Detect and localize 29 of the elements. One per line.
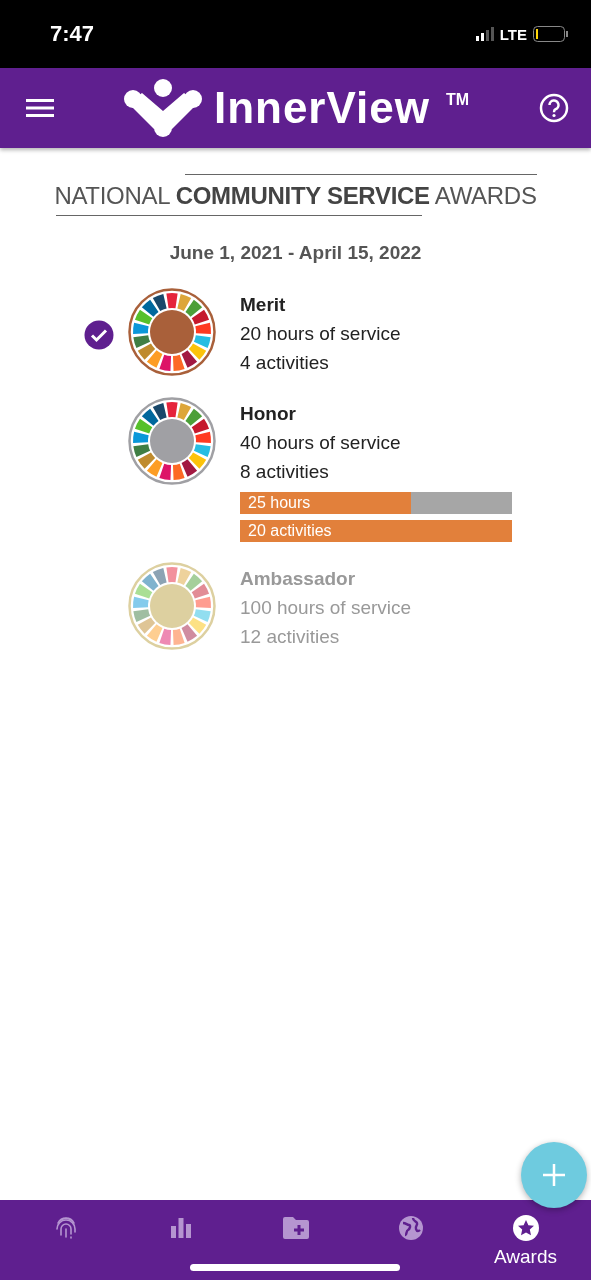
date-range: June 1, 2021 - April 15, 2022: [169, 242, 422, 264]
activities-requirement: 12 activities: [240, 625, 341, 649]
award-name: Merit: [240, 293, 287, 317]
plus-icon: [543, 1164, 565, 1186]
hours-requirement: 40 hours of service: [240, 431, 402, 455]
award-name: Honor: [240, 402, 297, 426]
signal-icon: [475, 27, 494, 41]
add-button[interactable]: [521, 1142, 587, 1208]
help-button[interactable]: [539, 93, 569, 123]
logo-icon: [123, 79, 202, 137]
globe-icon: [396, 1214, 425, 1242]
activities-requirement: 8 activities: [240, 460, 330, 484]
battery-icon: [533, 26, 569, 42]
network-label: LTE: [499, 25, 527, 43]
trademark-mark: TM: [445, 91, 470, 109]
awards-banner-title: NATIONAL COMMUNITY SERVICE AWARDS: [54, 182, 537, 209]
menu-icon: [26, 98, 54, 118]
clock: 7:47: [50, 21, 95, 47]
folder-add-icon: [281, 1214, 310, 1242]
app-title: InnerView: [213, 83, 430, 133]
hours-requirement: 100 hours of service: [240, 596, 412, 620]
nav-tab[interactable]: Awards: [470, 1214, 581, 1268]
hours-requirement: 20 hours of service: [240, 322, 401, 346]
progress-label: 20 activities: [247, 521, 333, 541]
menu-button[interactable]: [26, 98, 54, 118]
award-name: Ambassador: [240, 567, 357, 591]
activities-requirement: 4 activities: [240, 351, 330, 375]
help-icon: [539, 93, 569, 123]
progress-label: 25 hours: [247, 493, 312, 513]
